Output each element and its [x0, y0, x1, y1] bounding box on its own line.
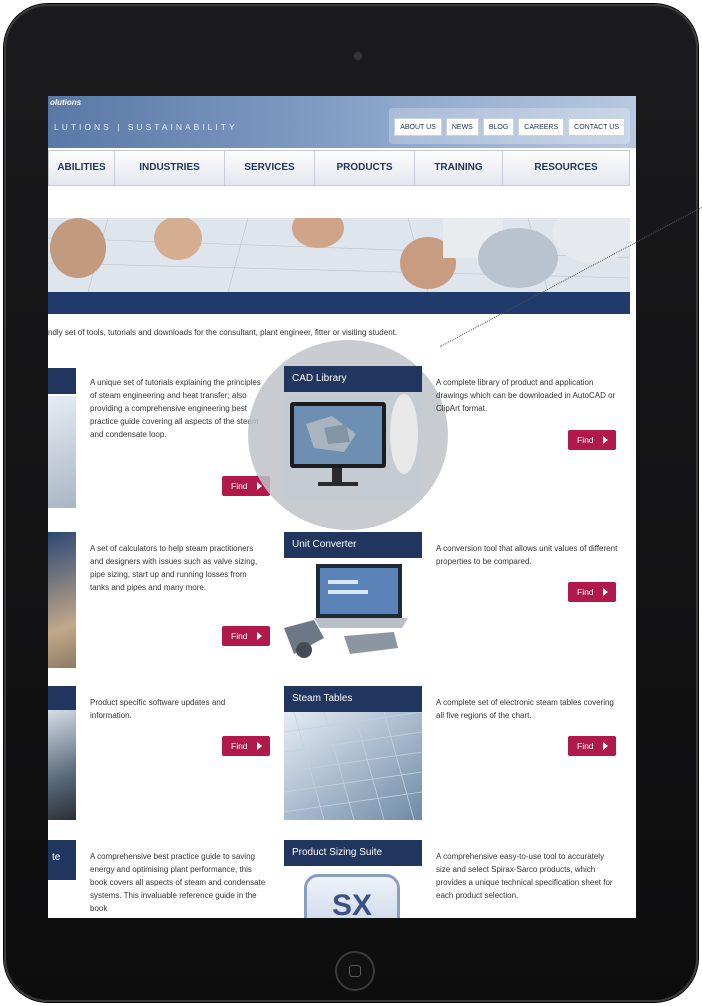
find-button-steam-tables[interactable]: Find	[568, 736, 616, 756]
description-product-sizing-suite: A comprehensive easy-to-use tool to accu…	[436, 852, 613, 900]
top-link-news[interactable]: NEWS	[445, 118, 479, 136]
row4-left-title: te	[48, 840, 76, 880]
description-calculators: A set of calculators to help steam pract…	[90, 544, 258, 592]
row1-left-image	[48, 396, 76, 508]
description-software: Product specific software updates and in…	[90, 698, 226, 720]
arrow-right-icon	[257, 632, 262, 640]
top-link-contact-us[interactable]: CONTACT US	[568, 118, 625, 136]
steam-tables-image	[284, 712, 422, 820]
find-button-calculators[interactable]: Find	[222, 626, 270, 646]
intro-text: ndly set of tools, tutorials and downloa…	[48, 328, 398, 337]
find-label: Find	[231, 631, 248, 641]
tagline: LUTIONS | SUSTAINABILITY	[54, 122, 238, 132]
banner-bar	[48, 292, 630, 314]
arrow-right-icon	[257, 742, 262, 750]
brand-name: olutions	[50, 98, 82, 107]
top-links: ABOUT US NEWS BLOG CAREERS CONTACT US	[389, 108, 630, 144]
hero-banner-image	[48, 218, 630, 292]
nav-training[interactable]: TRAINING	[415, 151, 503, 185]
find-label: Find	[231, 481, 248, 491]
description-steam-tables: A complete set of electronic steam table…	[436, 698, 614, 720]
tool-title-unit-converter[interactable]: Unit Converter	[284, 532, 422, 558]
description-cad-library: A complete library of product and applic…	[436, 378, 616, 413]
row1-left-title	[48, 368, 76, 394]
tool-title-steam-tables[interactable]: Steam Tables	[284, 686, 422, 712]
main-nav: ABILITIES INDUSTRIES SERVICES PRODUCTS T…	[48, 150, 630, 186]
camera-icon	[354, 52, 362, 60]
find-label: Find	[577, 587, 594, 597]
nav-products[interactable]: PRODUCTS	[315, 151, 415, 185]
cad-library-image	[284, 394, 422, 500]
nav-services[interactable]: SERVICES	[225, 151, 315, 185]
home-square-icon	[349, 965, 361, 977]
tool-title-product-sizing-suite[interactable]: Product Sizing Suite	[284, 840, 422, 866]
find-button-cad-library[interactable]: Find	[568, 430, 616, 450]
unit-converter-image	[284, 558, 422, 668]
arrow-right-icon	[603, 588, 608, 596]
find-label: Find	[577, 435, 594, 445]
row3-left-title	[48, 686, 76, 710]
top-link-about-us[interactable]: ABOUT US	[394, 118, 442, 136]
sx-logo: SX	[304, 874, 400, 918]
row3-left-image	[48, 710, 76, 820]
row2-left-image	[48, 532, 76, 668]
description-unit-converter: A conversion tool that allows unit value…	[436, 544, 618, 566]
arrow-right-icon	[603, 742, 608, 750]
description-steam-tutorials: A unique set of tutorials explaining the…	[90, 378, 261, 439]
nav-industries[interactable]: INDUSTRIES	[115, 151, 225, 185]
nav-resources[interactable]: RESOURCES	[503, 151, 629, 185]
find-label: Find	[231, 741, 248, 751]
top-link-blog[interactable]: BLOG	[482, 118, 515, 136]
find-button-unit-converter[interactable]: Find	[568, 582, 616, 602]
top-link-careers[interactable]: CAREERS	[518, 118, 565, 136]
description-best-practice-book: A comprehensive best practice guide to s…	[90, 852, 266, 913]
nav-capabilities[interactable]: ABILITIES	[49, 151, 115, 185]
tool-title-cad-library[interactable]: CAD Library	[284, 366, 422, 392]
web-page: olutions LUTIONS | SUSTAINABILITY ABOUT …	[48, 96, 636, 918]
site-header: olutions LUTIONS | SUSTAINABILITY ABOUT …	[48, 96, 636, 148]
find-button-software[interactable]: Find	[222, 736, 270, 756]
home-button[interactable]	[335, 951, 375, 991]
product-sizing-logo: SX	[304, 874, 400, 918]
find-label: Find	[577, 741, 594, 751]
arrow-right-icon	[603, 436, 608, 444]
